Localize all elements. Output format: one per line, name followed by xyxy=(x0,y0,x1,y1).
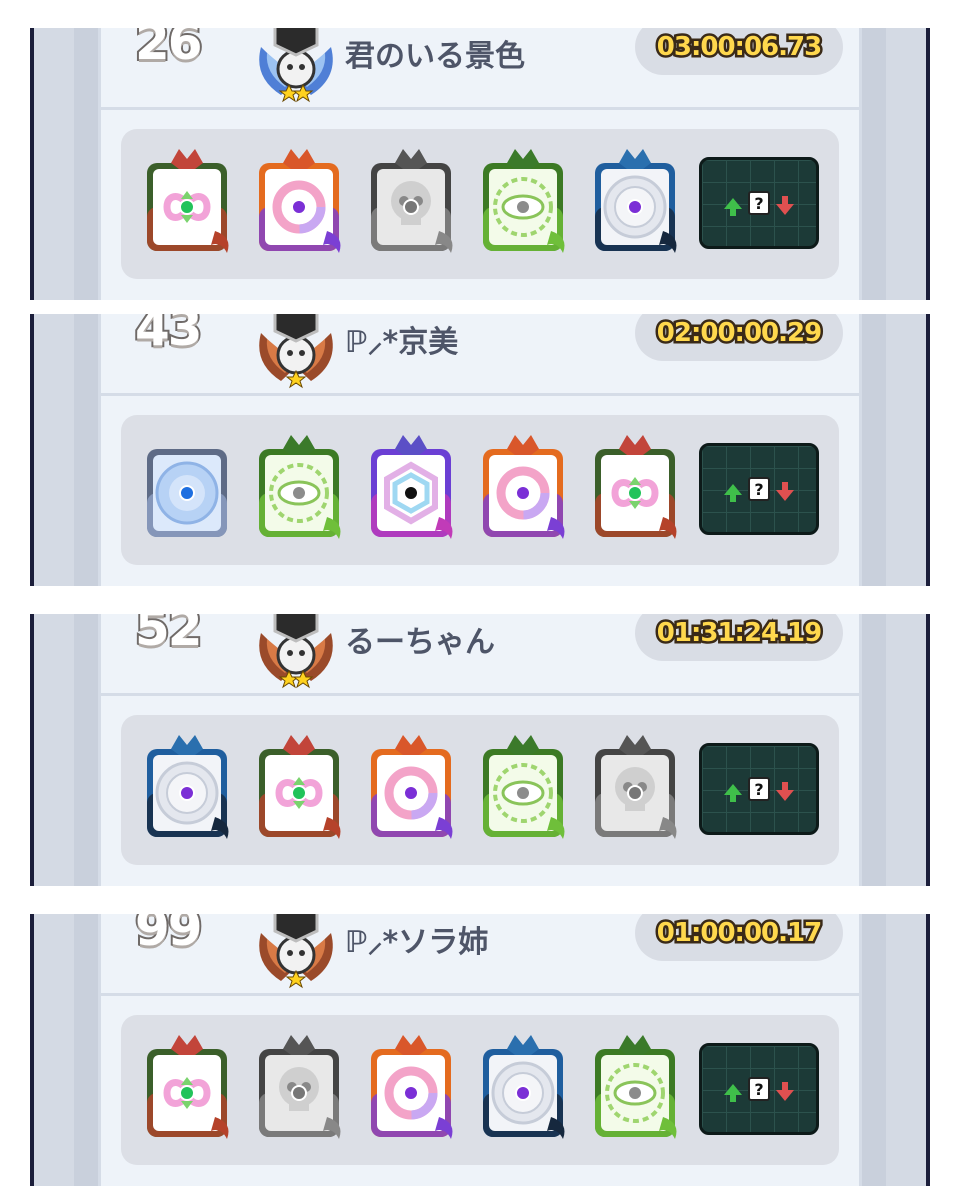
rainbow-infinity-card[interactable] xyxy=(583,427,687,545)
up-arrow-icon xyxy=(724,197,742,216)
deck-tray: ? xyxy=(121,715,839,865)
side-rail xyxy=(886,28,926,300)
up-arrow-icon xyxy=(724,483,742,502)
orange-purple-cycle-card[interactable] xyxy=(471,427,575,545)
divider xyxy=(98,393,862,396)
side-rail xyxy=(34,914,74,1186)
rank-number: 99 xyxy=(133,914,205,959)
question-icon: ? xyxy=(748,477,770,501)
blue-disc-card[interactable] xyxy=(471,1027,575,1145)
side-rail xyxy=(34,28,74,300)
random-deck-button[interactable]: ? xyxy=(699,1043,819,1135)
leaderboard-entry: 43 TOP 100 ℙ⸝*京美 02:00:00.29 xyxy=(30,314,930,586)
side-rail xyxy=(34,314,74,586)
entry-card[interactable]: 99 TOP 100 ℙ⸝*ソラ姉 01:00:00.17 xyxy=(98,914,862,1186)
orange-purple-cycle-card[interactable] xyxy=(359,727,463,845)
player-name: ℙ⸝*京美 xyxy=(345,325,459,360)
blue-hexagon-card[interactable] xyxy=(135,427,239,545)
question-icon: ? xyxy=(748,191,770,215)
leaderboard-entry: 52 TOP 100 るーちゃん 01:31:24.19 xyxy=(30,614,930,886)
green-eye-card[interactable] xyxy=(247,427,351,545)
leaderboard-entry: 99 TOP 100 ℙ⸝*ソラ姉 01:00:00.17 xyxy=(30,914,930,1186)
entry-card[interactable]: 52 TOP 100 るーちゃん 01:31:24.19 xyxy=(98,614,862,886)
side-rail xyxy=(886,314,926,586)
green-eye-card[interactable] xyxy=(583,1027,687,1145)
divider xyxy=(98,693,862,696)
deck-tray: ? xyxy=(121,415,839,565)
entry-card[interactable]: 26 100 君のいる景色 03:00:06.73 xyxy=(98,28,862,300)
time-pill: 02:00:00.29 xyxy=(635,314,843,361)
skull-card[interactable] xyxy=(247,1027,351,1145)
score-time: 03:00:06.73 xyxy=(654,30,824,65)
green-eye-card[interactable] xyxy=(471,727,575,845)
side-rail xyxy=(886,614,926,886)
down-arrow-icon xyxy=(776,781,794,801)
rank-badge-icon: TOP 100 xyxy=(251,914,341,989)
score-time: 02:00:00.29 xyxy=(654,316,824,351)
divider xyxy=(98,107,862,110)
up-arrow-icon xyxy=(724,1083,742,1102)
player-name: るーちゃん xyxy=(345,625,495,660)
entry-card[interactable]: 43 TOP 100 ℙ⸝*京美 02:00:00.29 xyxy=(98,314,862,586)
blue-disc-card[interactable] xyxy=(135,727,239,845)
player-name: ℙ⸝*ソラ姉 xyxy=(345,925,489,960)
side-rail xyxy=(34,614,74,886)
rank-badge-icon: TOP 100 xyxy=(251,614,341,689)
deck-tray: ? xyxy=(121,129,839,279)
random-deck-button[interactable]: ? xyxy=(699,157,819,249)
rank-badge-icon: 100 xyxy=(251,28,341,103)
time-pill: 01:31:24.19 xyxy=(635,614,843,661)
time-pill: 01:00:00.17 xyxy=(635,914,843,961)
time-pill: 03:00:06.73 xyxy=(635,28,843,75)
score-time: 01:31:24.19 xyxy=(654,616,824,651)
rainbow-infinity-card[interactable] xyxy=(247,727,351,845)
rainbow-infinity-card[interactable] xyxy=(135,141,239,259)
divider xyxy=(98,993,862,996)
rank-number: 43 xyxy=(133,314,205,359)
orange-purple-cycle-card[interactable] xyxy=(359,1027,463,1145)
skull-card[interactable] xyxy=(583,727,687,845)
orange-purple-cycle-card[interactable] xyxy=(247,141,351,259)
random-deck-button[interactable]: ? xyxy=(699,743,819,835)
rank-badge-icon: TOP 100 xyxy=(251,314,341,389)
rank-number: 52 xyxy=(133,614,205,659)
skull-card[interactable] xyxy=(359,141,463,259)
player-name: 君のいる景色 xyxy=(345,39,525,74)
up-arrow-icon xyxy=(724,783,742,802)
green-eye-card[interactable] xyxy=(471,141,575,259)
deck-tray: ? xyxy=(121,1015,839,1165)
blue-disc-card[interactable] xyxy=(583,141,687,259)
question-icon: ? xyxy=(748,777,770,801)
question-icon: ? xyxy=(748,1077,770,1101)
leaderboard-entry: 26 100 君のいる景色 03:00:06.73 xyxy=(30,28,930,300)
down-arrow-icon xyxy=(776,1081,794,1101)
rank-number: 26 xyxy=(133,28,205,73)
random-deck-button[interactable]: ? xyxy=(699,443,819,535)
down-arrow-icon xyxy=(776,195,794,215)
side-rail xyxy=(886,914,926,1186)
prism-hexagon-card[interactable] xyxy=(359,427,463,545)
down-arrow-icon xyxy=(776,481,794,501)
rainbow-infinity-card[interactable] xyxy=(135,1027,239,1145)
score-time: 01:00:00.17 xyxy=(654,916,824,951)
